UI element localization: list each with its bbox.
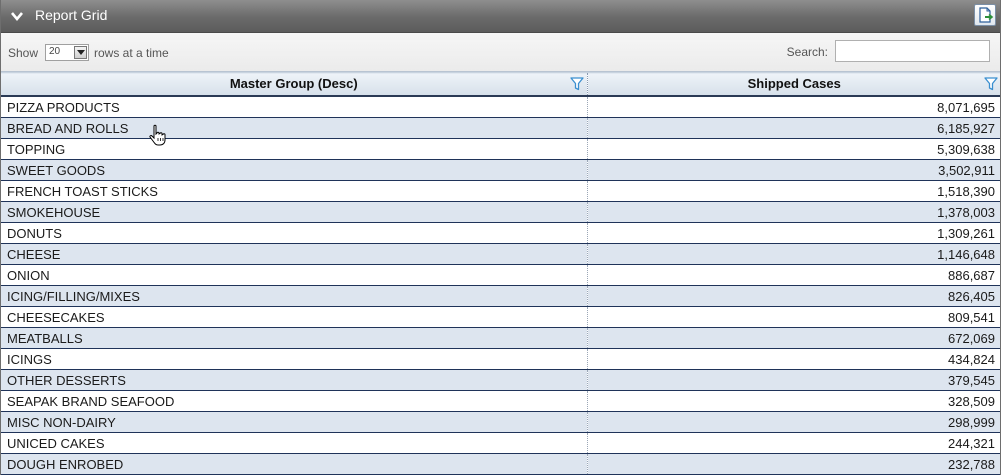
dropdown-arrow-icon[interactable] (74, 46, 87, 59)
cell-master-group[interactable]: MEATBALLS (1, 327, 588, 349)
table-row[interactable]: PIZZA PRODUCTS 8,071,695 (1, 96, 1000, 118)
cell-master-group[interactable]: MISC NON-DAIRY (1, 411, 588, 433)
cell-shipped-cases: 232,788 (587, 453, 1000, 475)
column-header-shipped-cases[interactable]: Shipped Cases (587, 72, 1000, 97)
cell-shipped-cases: 1,146,648 (587, 243, 1000, 265)
cell-master-group[interactable]: CHEESECAKES (1, 306, 588, 328)
table-row[interactable]: UNICED CAKES 244,321 (1, 432, 1000, 454)
table-row[interactable]: DONUTS 1,309,261 (1, 222, 1000, 244)
table-row[interactable]: SWEET GOODS 3,502,911 (1, 159, 1000, 181)
table-row[interactable]: FRENCH TOAST STICKS 1,518,390 (1, 180, 1000, 202)
cell-shipped-cases: 672,069 (587, 327, 1000, 349)
cell-shipped-cases: 434,824 (587, 348, 1000, 370)
chevron-down-icon[interactable] (10, 10, 24, 22)
cell-master-group[interactable]: SEAPAK BRAND SEAFOOD (1, 390, 588, 412)
table-row[interactable]: CHEESECAKES 809,541 (1, 306, 1000, 328)
cell-shipped-cases: 1,309,261 (587, 222, 1000, 244)
rows-at-a-time-label: rows at a time (94, 46, 169, 60)
cell-master-group[interactable]: FRENCH TOAST STICKS (1, 180, 588, 202)
cell-master-group[interactable]: BREAD AND ROLLS (1, 117, 588, 139)
table-row[interactable]: TOPPING 5,309,638 (1, 138, 1000, 160)
table-row[interactable]: CHEESE 1,146,648 (1, 243, 1000, 265)
table-row[interactable]: MEATBALLS 672,069 (1, 327, 1000, 349)
cell-shipped-cases: 1,378,003 (587, 201, 1000, 223)
cell-master-group[interactable]: SMOKEHOUSE (1, 201, 588, 223)
table-row[interactable]: MISC NON-DAIRY 298,999 (1, 411, 1000, 433)
cell-master-group[interactable]: ICINGS (1, 348, 588, 370)
table-body: PIZZA PRODUCTS 8,071,695 BREAD AND ROLLS 6,… (1, 96, 1000, 475)
table-header-row: Master Group (Desc) Shipped Cases (1, 72, 1000, 97)
filter-icon[interactable] (984, 77, 998, 91)
table-row[interactable]: ICINGS 434,824 (1, 348, 1000, 370)
table-row[interactable]: ONION 886,687 (1, 264, 1000, 286)
report-table: Master Group (Desc) Shipped Cases PIZZA … (1, 72, 1000, 475)
export-icon (979, 7, 994, 23)
cell-master-group[interactable]: TOPPING (1, 138, 588, 160)
cell-master-group[interactable]: CHEESE (1, 243, 588, 265)
cell-master-group[interactable]: OTHER DESSERTS (1, 369, 588, 391)
cell-master-group[interactable]: DONUTS (1, 222, 588, 244)
grid-toolbar: Show 20 rows at a time Search: (1, 33, 1000, 72)
table-row[interactable]: DOUGH ENROBED 232,788 (1, 453, 1000, 475)
cell-shipped-cases: 3,502,911 (587, 159, 1000, 181)
show-label: Show (8, 46, 39, 60)
cell-shipped-cases: 809,541 (587, 306, 1000, 328)
table-row[interactable]: SEAPAK BRAND SEAFOOD 328,509 (1, 390, 1000, 412)
table-row[interactable]: BREAD AND ROLLS 6,185,927 (1, 117, 1000, 139)
column-header-master-group[interactable]: Master Group (Desc) (1, 72, 588, 97)
cell-shipped-cases: 826,405 (587, 285, 1000, 307)
table-row[interactable]: ICING/FILLING/MIXES 826,405 (1, 285, 1000, 307)
column-header-label: Master Group (Desc) (229, 76, 358, 91)
cell-shipped-cases: 379,545 (587, 369, 1000, 391)
table-row[interactable]: OTHER DESSERTS 379,545 (1, 369, 1000, 391)
cell-master-group[interactable]: ONION (1, 264, 588, 286)
search-label: Search: (786, 45, 828, 59)
cell-shipped-cases: 8,071,695 (587, 96, 1000, 118)
table-row[interactable]: SMOKEHOUSE 1,378,003 (1, 201, 1000, 223)
cell-shipped-cases: 298,999 (587, 411, 1000, 433)
cell-shipped-cases: 328,509 (587, 390, 1000, 412)
column-header-label: Shipped Cases (747, 76, 841, 91)
panel-title-bar[interactable]: Report Grid (1, 0, 1000, 33)
cell-shipped-cases: 886,687 (587, 264, 1000, 286)
rows-per-page-select[interactable]: 20 (45, 44, 89, 61)
rows-per-page-value: 20 (49, 46, 61, 57)
report-grid-panel: Report Grid Show 20 rows at a time Searc… (0, 0, 1001, 475)
cell-master-group[interactable]: UNICED CAKES (1, 432, 588, 454)
cell-master-group[interactable]: DOUGH ENROBED (1, 453, 588, 475)
cell-master-group[interactable]: PIZZA PRODUCTS (1, 96, 588, 118)
cell-shipped-cases: 5,309,638 (587, 138, 1000, 160)
cell-master-group[interactable]: ICING/FILLING/MIXES (1, 285, 588, 307)
cell-shipped-cases: 6,185,927 (587, 117, 1000, 139)
panel-title: Report Grid (35, 7, 108, 23)
export-button[interactable] (974, 4, 996, 26)
cell-shipped-cases: 244,321 (587, 432, 1000, 454)
cell-shipped-cases: 1,518,390 (587, 180, 1000, 202)
search-input[interactable] (835, 40, 990, 62)
cell-master-group[interactable]: SWEET GOODS (1, 159, 588, 181)
filter-icon[interactable] (569, 77, 584, 91)
